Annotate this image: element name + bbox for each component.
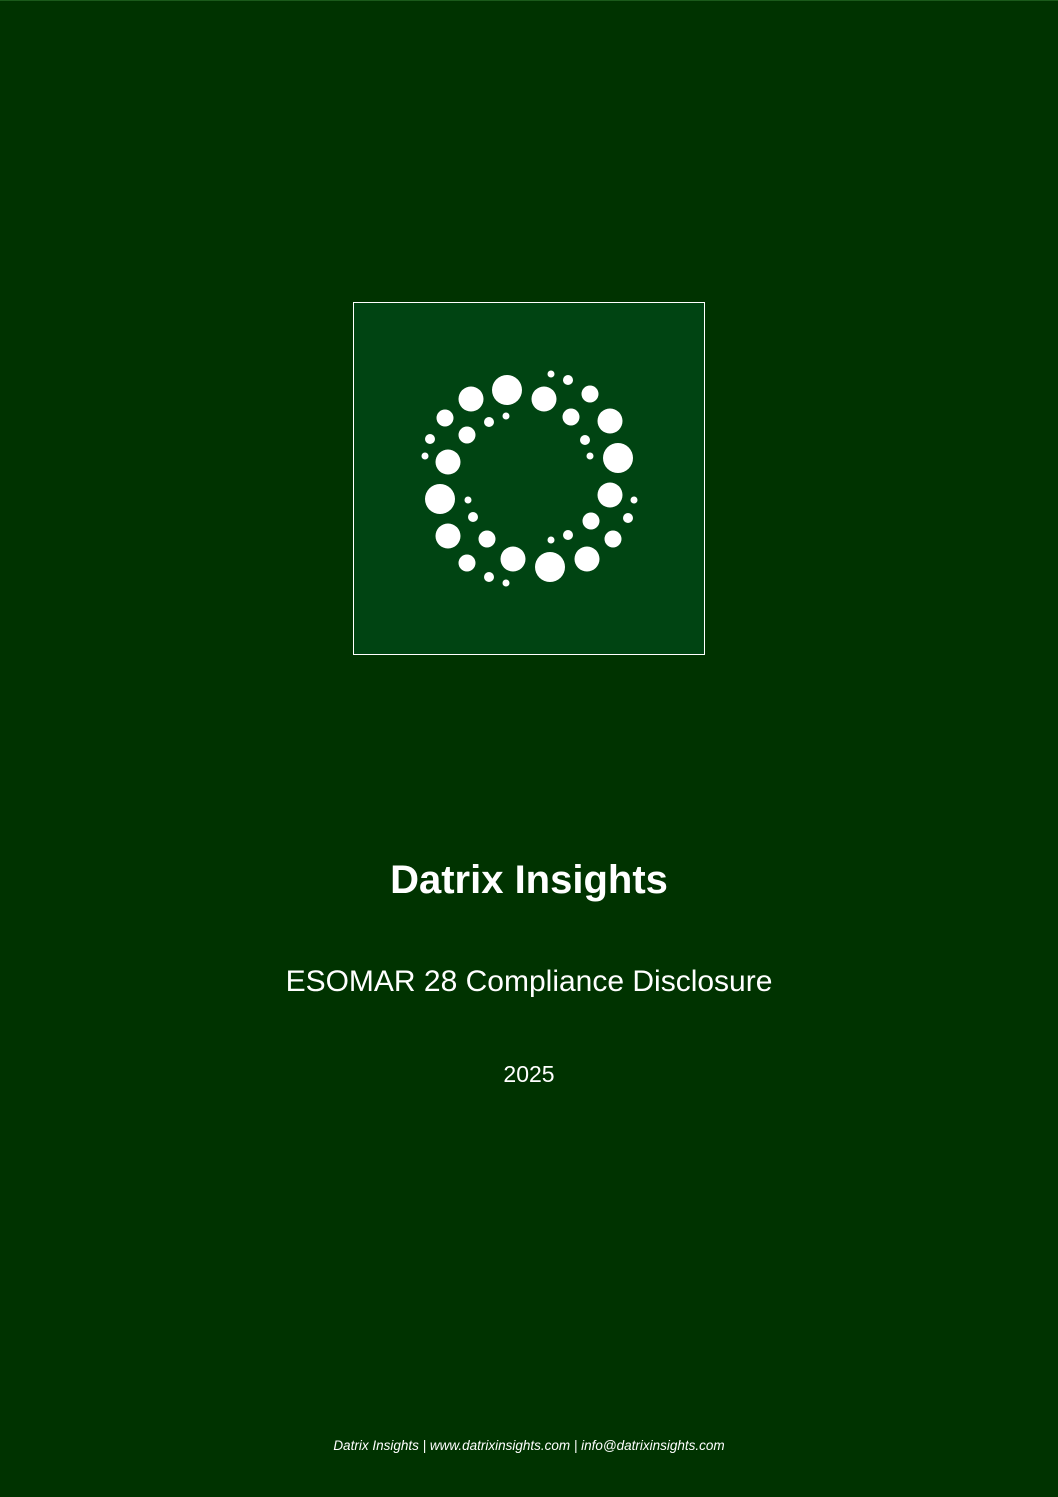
cover-page: Datrix Insights ESOMAR 28 Compliance Dis… [0,0,1058,1497]
document-year: 2025 [503,1061,555,1087]
logo-box [353,302,705,655]
top-rule [0,0,1058,1]
company-name: Datrix Insights [390,858,668,902]
document-title: ESOMAR 28 Compliance Disclosure [285,965,773,998]
footer-contact: Datrix Insights | www.datrixinsights.com… [333,1438,725,1453]
dotted-ring-logo-icon [421,370,638,587]
